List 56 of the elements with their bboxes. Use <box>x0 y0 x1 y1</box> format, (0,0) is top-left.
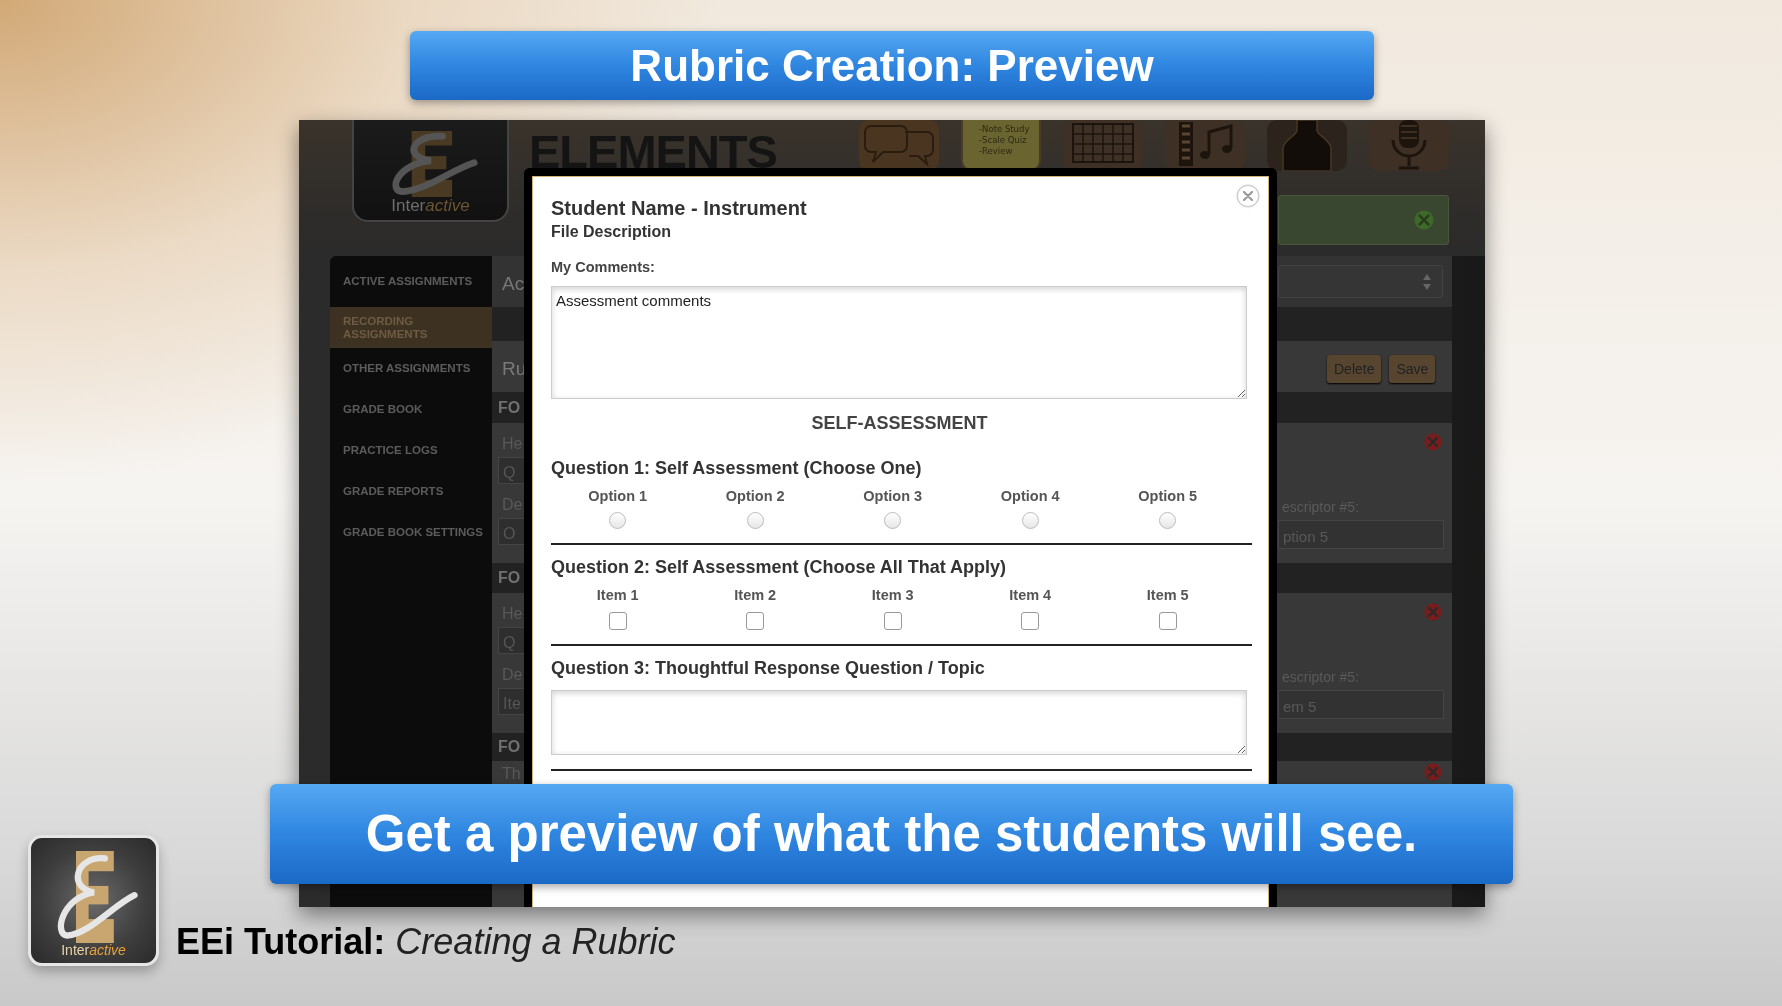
option-label: Option 3 <box>863 487 923 505</box>
option-label: Option 5 <box>1138 487 1198 505</box>
answer-field[interactable] <box>551 689 1247 755</box>
radio-button[interactable] <box>1021 511 1039 529</box>
up-down-arrows-icon <box>1422 272 1432 291</box>
sidebar-item[interactable]: OTHER ASSIGNMENTS <box>330 348 492 389</box>
slide-title: Rubric Creation: Preview <box>410 31 1374 100</box>
checkbox[interactable] <box>1021 611 1040 630</box>
radio-button[interactable] <box>609 511 627 529</box>
film-music-icon[interactable] <box>1165 120 1245 171</box>
sidebar-item[interactable]: GRADE BOOK <box>330 389 492 430</box>
dialog-subtitle: File Description <box>551 222 672 241</box>
radio-button[interactable] <box>1159 511 1177 529</box>
comments-field[interactable]: Assessment comments <box>551 285 1247 399</box>
option-label: Option 4 <box>1000 487 1060 505</box>
delete-icon[interactable] <box>1424 433 1442 451</box>
option-label: Item 3 <box>871 586 914 604</box>
section-heading: FO <box>497 397 521 418</box>
option-label: Option 1 <box>588 487 648 505</box>
delete-icon[interactable] <box>1424 763 1442 781</box>
question-title: Question 3: Thoughtful Response Question / Topic <box>551 656 985 679</box>
dialog-title: Student Name - Instrument <box>551 196 807 220</box>
dropdown[interactable] <box>1278 265 1443 298</box>
sidebar-item[interactable]: ACTIVE ASSIGNMENTS <box>330 256 492 307</box>
tutorial-caption: EEi Tutorial: Creating a Rubric <box>176 920 676 964</box>
option-label: Item 5 <box>1146 586 1189 604</box>
radio-button[interactable] <box>884 511 902 529</box>
radio-button[interactable] <box>746 511 764 529</box>
logo-text: Interactive <box>391 197 470 214</box>
close-icon[interactable] <box>1414 210 1434 230</box>
close-icon <box>1243 191 1253 201</box>
sidebar-item[interactable]: GRADE BOOK SETTINGS <box>330 512 492 553</box>
section-heading: FO <box>497 568 521 588</box>
section-heading: FO <box>497 737 521 757</box>
option-label: Option 2 <box>725 487 785 505</box>
section-title: SELF-ASSESSMENT <box>810 411 989 434</box>
sidebar-item[interactable]: GRADE REPORTS <box>330 471 492 512</box>
page-heading: Ac <box>502 273 525 294</box>
option-label: Item 1 <box>596 586 639 604</box>
caption-banner: Get a preview of what the students will see. <box>270 784 1513 884</box>
microphone-icon[interactable] <box>1369 120 1449 171</box>
checkbox[interactable] <box>883 611 902 630</box>
sidebar-item[interactable]: PRACTICE LOGS <box>330 430 492 471</box>
option-label: Item 2 <box>734 586 777 604</box>
question-title: Question 2: Self Assessment (Choose All That Apply) <box>551 555 1007 578</box>
question-title: Question 1: Self Assessment (Choose One) <box>551 456 922 479</box>
logo-text: Interactive <box>61 943 126 957</box>
checkbox[interactable] <box>608 611 627 630</box>
field-label: My Comments: <box>551 258 655 277</box>
speech-bubbles-icon[interactable] <box>859 120 939 171</box>
delete-icon[interactable] <box>1424 603 1442 621</box>
close-button[interactable] <box>1237 185 1259 207</box>
checkbox[interactable] <box>1158 611 1177 630</box>
option-label: Item 4 <box>1009 586 1052 604</box>
checkbox[interactable] <box>746 611 765 630</box>
grid-icon[interactable] <box>1063 120 1143 171</box>
